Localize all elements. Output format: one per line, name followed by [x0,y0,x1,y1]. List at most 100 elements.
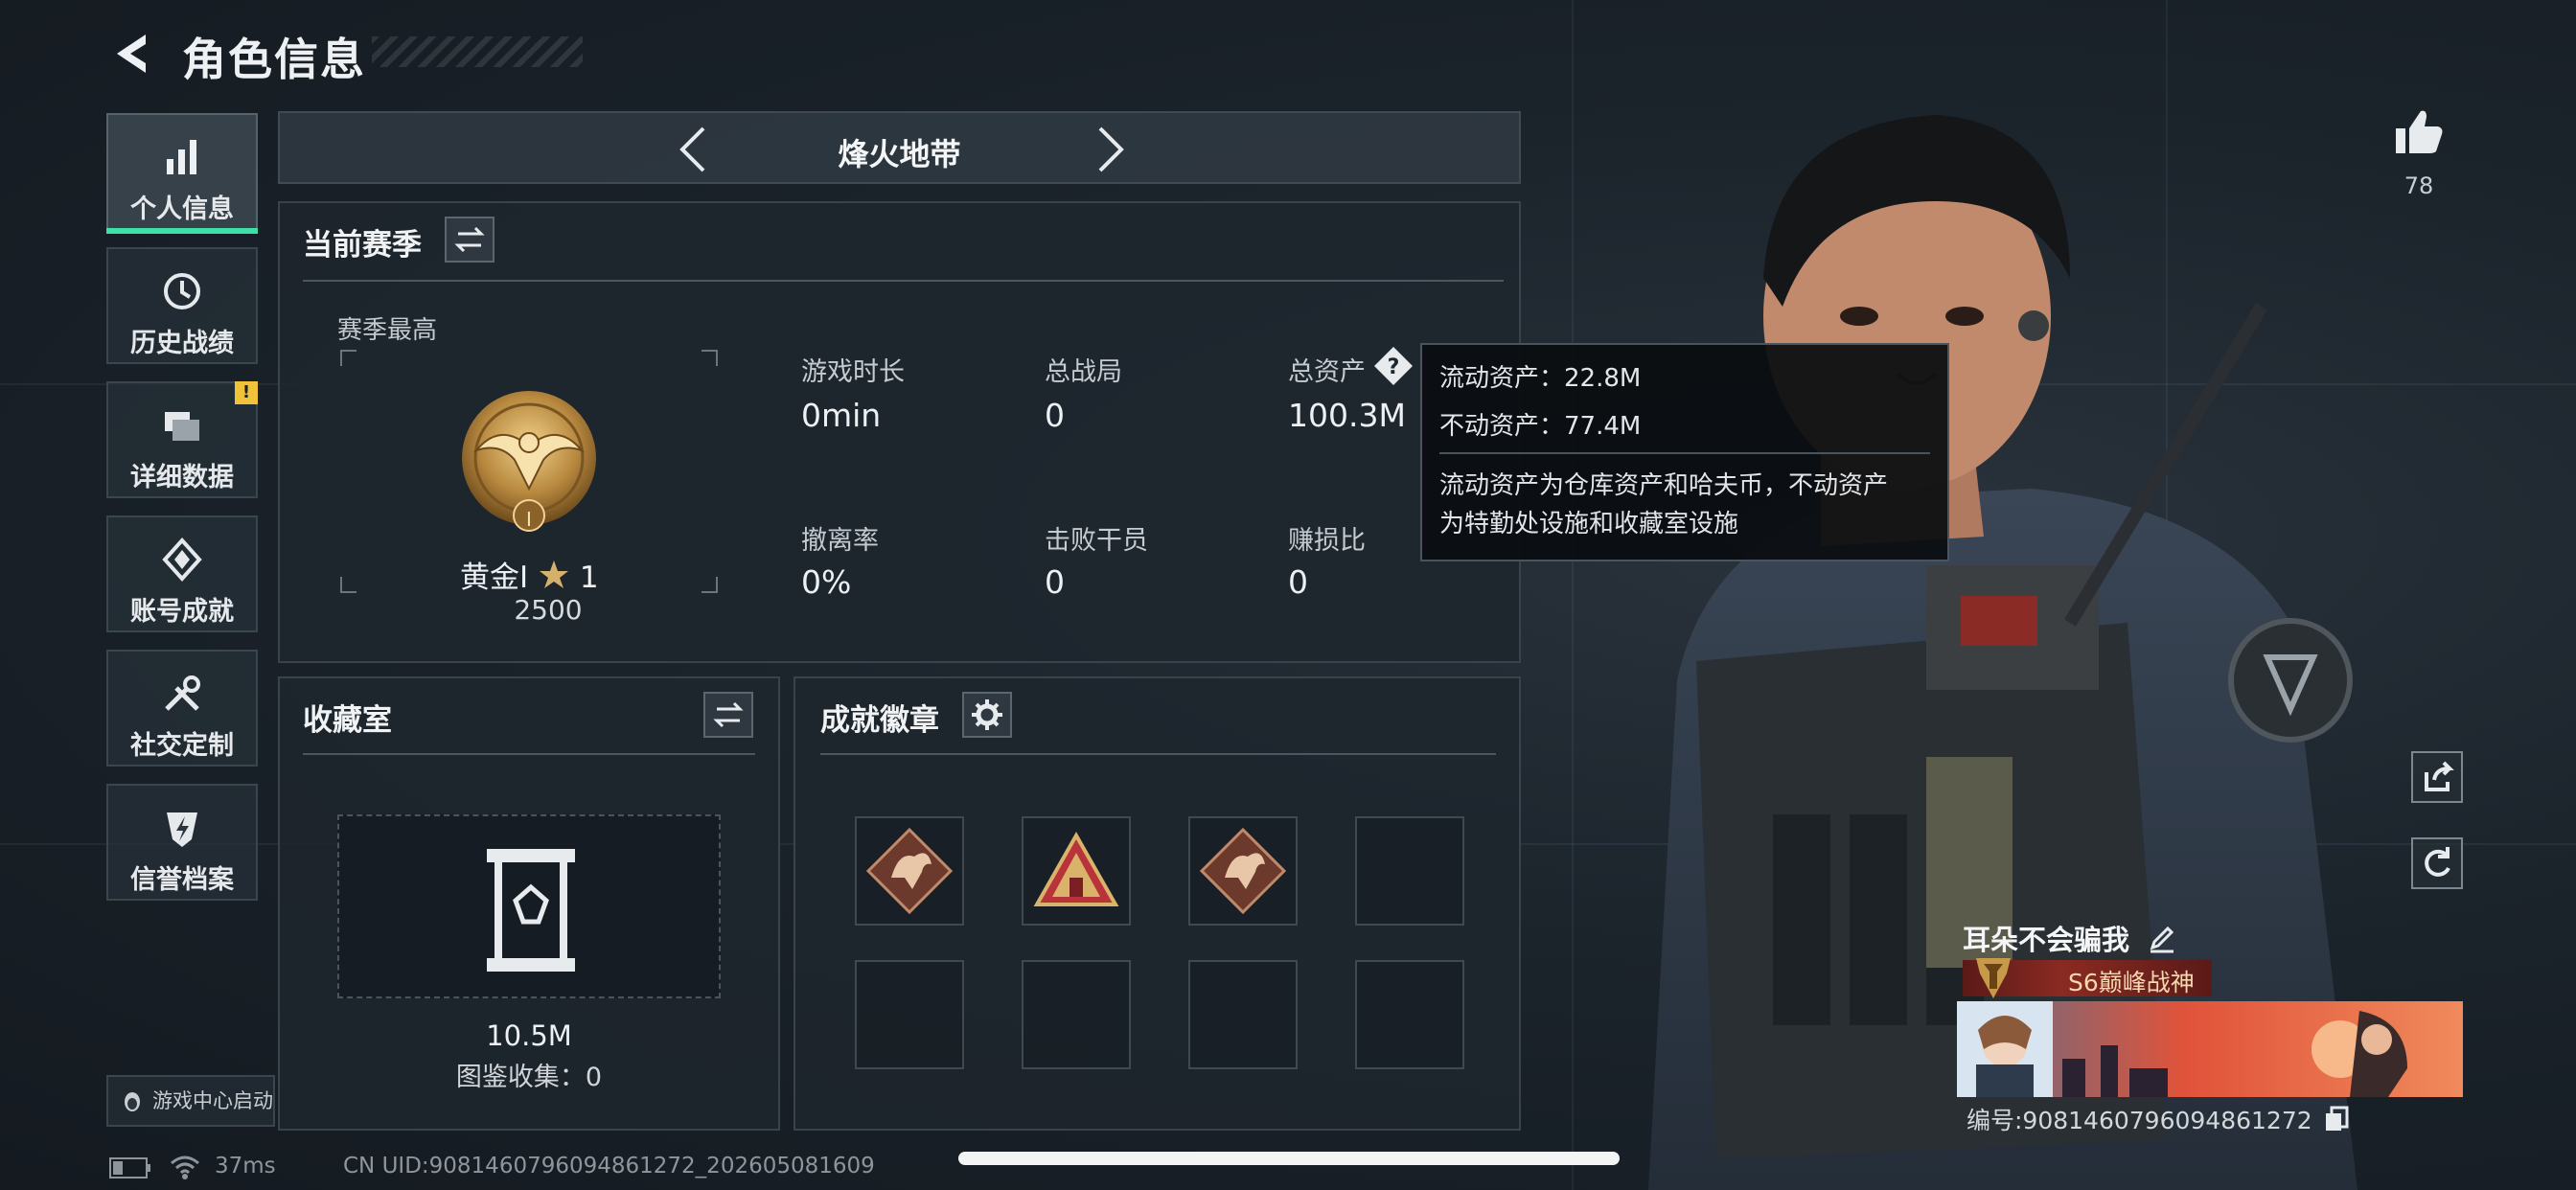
active-indicator [106,228,258,234]
nav-label: 个人信息 [130,195,234,224]
divider [303,280,1504,282]
player-uid: 编号:9081460796094861272 [1966,1102,2349,1136]
display-case-icon [487,849,575,972]
edit-pencil-icon[interactable] [2147,923,2177,953]
achievements-settings-button[interactable] [962,692,1012,738]
nav-item-social-custom[interactable]: 社交定制 [106,650,258,767]
wifi-icon [171,1156,199,1179]
mode-selector: 烽火地带 [278,111,1521,184]
collection-title: 收藏室 [303,703,392,738]
stat-value: 0 [1045,563,1065,601]
asset-tooltip: 流动资产：22.8M 不动资产：77.4M 流动资产为仓库资产和哈夫币，不动资产… [1420,343,1949,561]
badge-slot-empty[interactable] [1355,816,1464,926]
nav-item-achievements[interactable]: 账号成就 [106,515,258,632]
badge-slot-empty[interactable] [1355,960,1464,1069]
stat-label: 总资产 [1288,357,1366,387]
swap-icon [713,701,744,728]
stat-label: 撤离率 [801,526,879,556]
badge-slot-empty[interactable] [1022,960,1131,1069]
season-best-label: 赛季最高 [337,316,438,345]
badge-slot[interactable] [1188,816,1298,926]
svg-text:?: ? [1388,355,1400,379]
alert-badge: ! [235,381,258,404]
shield-lightning-icon [167,812,197,847]
dragon-badge-icon [1199,827,1287,915]
share-button[interactable] [2411,751,2463,803]
divider [1439,452,1930,454]
thumbs-up-icon[interactable] [2392,105,2446,159]
nav-item-personal-info[interactable]: 个人信息 [106,113,258,234]
stat-value: 0min [801,397,882,434]
collection-value: 10.5M [486,1019,572,1052]
copy-icon[interactable] [2324,1106,2349,1133]
player-banner[interactable] [1957,1001,2463,1097]
game-screen: { "header": { "title": "角色信息" }, "nav": … [0,0,2576,1190]
stat-label: 击败干员 [1045,526,1148,556]
nav-item-credit-record[interactable]: 信誉档案 [106,784,258,901]
badge-slot[interactable] [1022,816,1131,926]
star-icon [540,561,569,588]
home-indicator[interactable] [958,1152,1620,1165]
swap-icon [454,226,485,253]
badge-slot-empty[interactable] [1188,960,1298,1069]
pyramid-badge-icon [1033,831,1119,906]
nav-item-detailed-data[interactable]: 详细数据 ! [106,381,258,498]
season-panel: 当前赛季 赛季最高 I 黄金Ⅰ 1 2500 游戏时长 0min 总战局 0 总… [278,201,1521,663]
stat-label: 游戏时长 [801,357,905,387]
likes-count: 78 [2404,172,2434,199]
season-title: 当前赛季 [303,228,422,263]
banner-art [1957,1001,2463,1097]
collection-panel: 收藏室 10.5M 图鉴收集：0 [278,676,780,1131]
rank-title: S6巅峰战神 [2068,969,2195,996]
footer-uid: CN UID:9081460796094861272_202605081609 [343,1154,875,1179]
nav-item-match-history[interactable]: 历史战绩 [106,247,258,364]
game-center-launch-button[interactable]: 游戏中心启动 [106,1075,275,1127]
ping-value: 37ms [215,1154,276,1179]
badge-slot[interactable] [855,816,964,926]
nav-label: 详细数据 [130,463,234,492]
stat-label: 赚损比 [1288,526,1366,556]
refresh-button[interactable] [2411,837,2463,889]
battery-icon [109,1157,150,1179]
stat-value: 0 [1288,563,1308,601]
tooltip-description: 流动资产为仓库资产和哈夫币，不动资产 [1439,471,1889,500]
rank-name-text: 黄金Ⅰ [460,561,529,595]
medal-numeral: I [526,508,532,531]
penguin-icon [125,1092,140,1111]
collection-catalog: 图鉴收集：0 [455,1063,603,1092]
rank-name: 黄金Ⅰ 1 [460,553,599,596]
share-icon [2425,761,2454,791]
collection-display[interactable] [337,814,721,998]
help-question-icon[interactable]: ? [1372,345,1414,387]
stat-label: 总战局 [1045,357,1122,387]
divider [303,753,755,755]
tooltip-fixed-assets: 不动资产：77.4M [1439,412,1642,441]
achievements-panel: 成就徽章 [794,676,1521,1131]
stat-value: 0 [1045,397,1065,434]
tooltip-description: 为特勤处设施和收藏室设施 [1439,510,1739,538]
rank-emblem-icon [1976,958,2011,998]
stat-value: 0% [801,563,852,601]
rank-stars: 1 [579,561,599,595]
tooltip-liquid-assets: 流动资产：22.8M [1439,364,1642,393]
rank-title-ribbon: S6巅峰战神 [1963,958,2212,998]
player-name: 耳朵不会骗我 [1963,918,2177,958]
collection-switch-button[interactable] [703,692,753,738]
chevron-right-icon[interactable] [1081,123,1135,176]
rank-points: 2500 [514,594,583,626]
page-title: 角色信息 [182,34,366,85]
header-decoration [372,36,583,67]
dragon-badge-icon [865,827,954,915]
launch-label: 游戏中心启动 [152,1089,273,1112]
nav-label: 社交定制 [130,731,234,761]
player-name-text: 耳朵不会骗我 [1963,924,2130,956]
badge-slot-empty[interactable] [855,960,964,1069]
back-arrow-icon[interactable] [107,29,157,79]
player-uid-text: 编号:9081460796094861272 [1966,1107,2312,1134]
stat-value: 100.3M [1288,397,1406,434]
nav-label: 信誉档案 [130,865,234,895]
refresh-icon [2425,847,2450,877]
gear-icon [972,699,1002,730]
achievement-icon [162,538,202,582]
season-switch-button[interactable] [445,217,494,263]
